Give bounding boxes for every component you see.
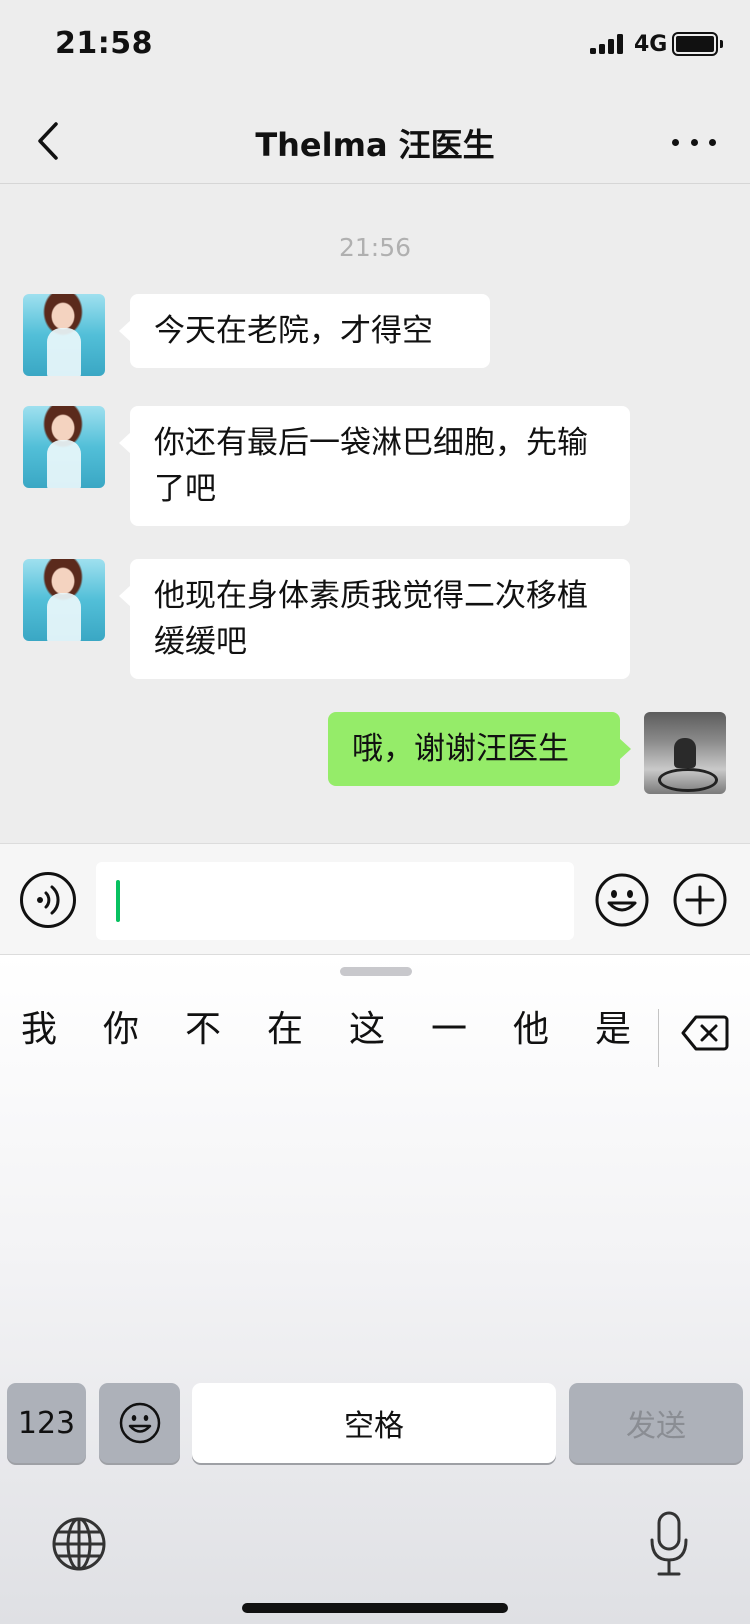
- candidate-word[interactable]: 你: [91, 995, 151, 1065]
- emoji-key[interactable]: [99, 1383, 180, 1463]
- message-list[interactable]: 21:56 今天在老院，才得空 你还有最后一袋淋巴细胞，先输了吧 他现在身体素质…: [0, 185, 750, 843]
- battery-icon: [672, 32, 723, 56]
- plus-circle-icon[interactable]: [672, 872, 728, 928]
- status-time: 21:58: [55, 26, 153, 61]
- send-key[interactable]: 发送: [569, 1383, 743, 1463]
- cellular-signal-icon: [590, 34, 626, 54]
- chat-header: Thelma 汪医生: [0, 100, 750, 184]
- microphone-icon[interactable]: [647, 1510, 691, 1578]
- emoji-icon[interactable]: [594, 872, 650, 928]
- globe-icon[interactable]: [50, 1515, 108, 1573]
- candidate-word[interactable]: 这: [337, 995, 397, 1065]
- status-bar: 21:58 4G: [0, 0, 750, 90]
- contact-avatar[interactable]: [23, 559, 105, 641]
- outgoing-message-bubble[interactable]: 哦，谢谢汪医生: [328, 712, 631, 786]
- keyboard-drag-handle[interactable]: [340, 967, 412, 976]
- text-cursor: [116, 880, 120, 922]
- chat-title: Thelma 汪医生: [255, 126, 495, 164]
- numbers-key[interactable]: 123: [7, 1383, 86, 1463]
- voice-icon[interactable]: [20, 872, 76, 928]
- candidate-word[interactable]: 他: [501, 995, 561, 1065]
- message-timestamp: 21:56: [338, 233, 412, 262]
- message-input-bar: [0, 843, 750, 955]
- candidate-divider: [658, 1009, 659, 1067]
- candidate-word[interactable]: 在: [255, 995, 315, 1065]
- network-type: 4G: [634, 32, 668, 57]
- space-key[interactable]: 空格: [192, 1383, 556, 1463]
- keyboard: 我 你 不 在 这 一 他 是 123 空格 发送: [0, 955, 750, 1624]
- candidate-word[interactable]: 不: [173, 995, 233, 1065]
- incoming-message-bubble[interactable]: 今天在老院，才得空: [119, 294, 490, 368]
- contact-avatar[interactable]: [23, 406, 105, 488]
- candidate-bar: 我 你 不 在 这 一 他 是: [0, 995, 750, 1067]
- contact-avatar[interactable]: [23, 294, 105, 376]
- self-avatar[interactable]: [644, 712, 726, 794]
- candidate-word[interactable]: 我: [9, 995, 69, 1065]
- incoming-message-bubble[interactable]: 你还有最后一袋淋巴细胞，先输了吧: [119, 406, 630, 526]
- candidate-word[interactable]: 一: [419, 995, 479, 1065]
- backspace-icon[interactable]: [680, 1013, 730, 1053]
- message-input[interactable]: [96, 862, 574, 940]
- more-dots-icon[interactable]: [672, 122, 716, 162]
- home-indicator[interactable]: [242, 1603, 508, 1613]
- emoji-icon: [119, 1402, 160, 1444]
- candidate-word[interactable]: 是: [583, 995, 643, 1065]
- incoming-message-bubble[interactable]: 他现在身体素质我觉得二次移植缓缓吧: [119, 559, 630, 679]
